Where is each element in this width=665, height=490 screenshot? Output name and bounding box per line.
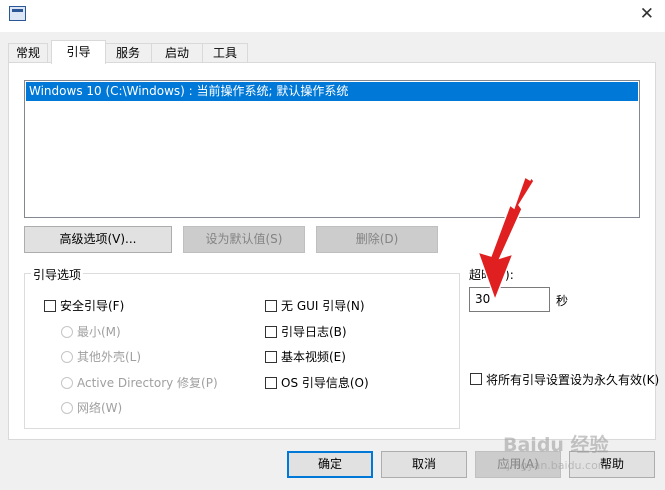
tab-boot[interactable]: 引导	[51, 40, 106, 64]
red-arrow-annotation	[476, 157, 544, 303]
